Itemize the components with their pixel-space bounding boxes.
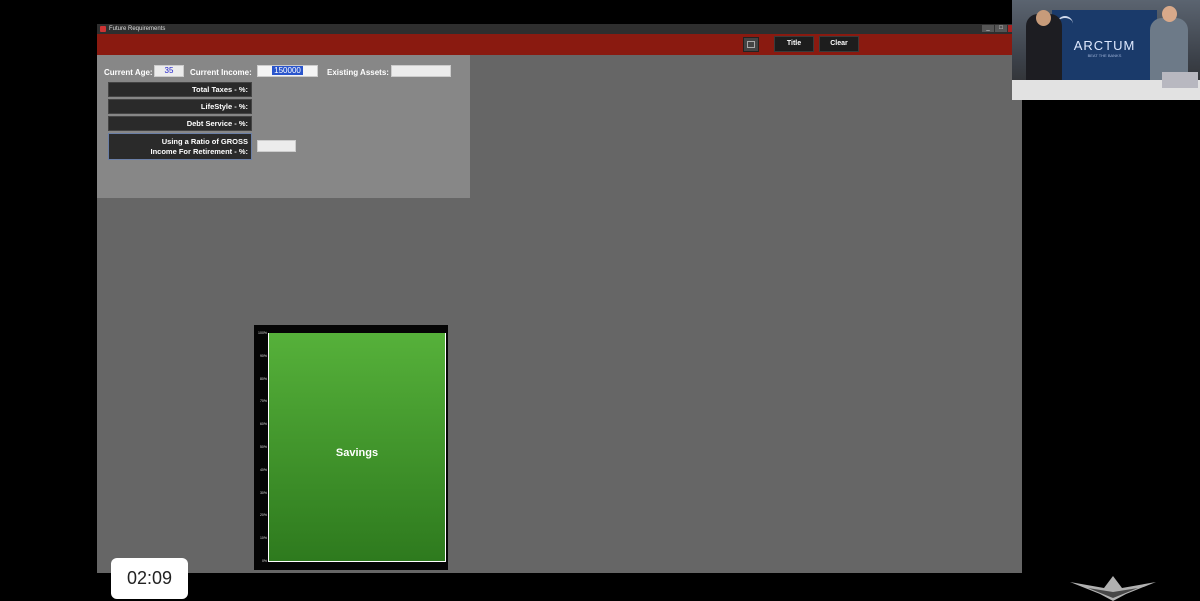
window-titlebar: Future Requirements _ □ x xyxy=(97,24,1022,34)
y-tick-label: 80% xyxy=(259,376,267,381)
y-tick-label: 40% xyxy=(259,467,267,472)
y-tick-label: 20% xyxy=(259,513,267,518)
y-tick-label: 30% xyxy=(259,490,267,495)
lifestyle-button[interactable]: LifeStyle - %: xyxy=(108,99,252,114)
toolbar: Title Clear xyxy=(97,34,1022,55)
total-taxes-button[interactable]: Total Taxes - %: xyxy=(108,82,252,97)
y-tick-label: 70% xyxy=(259,399,267,404)
table-icon-button[interactable] xyxy=(743,37,759,52)
existing-assets-label: Existing Assets: xyxy=(327,68,389,77)
current-age-field[interactable]: 35 xyxy=(154,65,184,77)
y-tick-label: 100% xyxy=(258,331,267,335)
webcam-overlay: ARCTUM BEAT THE BANKS xyxy=(1012,0,1200,100)
presenter-left-head xyxy=(1036,10,1051,26)
title-button[interactable]: Title xyxy=(774,36,814,52)
screen-logo-text: ARCTUM xyxy=(1073,38,1136,53)
current-age-label: Current Age: xyxy=(104,68,153,77)
minimize-button[interactable]: _ xyxy=(982,25,994,32)
app-icon xyxy=(100,26,106,32)
debt-service-button[interactable]: Debt Service - %: xyxy=(108,116,252,131)
current-income-label: Current Income: xyxy=(190,68,252,77)
y-tick-label: 90% xyxy=(259,353,267,358)
app-window: Future Requirements _ □ x Title Clear Cu… xyxy=(97,24,1022,573)
presenter-right-head xyxy=(1162,6,1177,22)
y-tick-label: 10% xyxy=(259,536,267,541)
existing-assets-field[interactable] xyxy=(391,65,451,77)
savings-bar-label: Savings xyxy=(335,447,379,459)
gross-ratio-button[interactable]: Using a Ratio of GROSS Income For Retire… xyxy=(108,133,252,160)
laptop xyxy=(1162,72,1198,88)
y-tick-label: 50% xyxy=(259,445,267,449)
clear-button[interactable]: Clear xyxy=(819,36,859,52)
maximize-button[interactable]: □ xyxy=(995,25,1007,32)
current-income-value: 150000 xyxy=(272,66,303,75)
savings-chart: 0% 10% 20% 30% 40% 50% 60% 70% 80% 90% 100% Saving… xyxy=(254,325,448,570)
y-tick-label: 0% xyxy=(261,559,267,563)
screen-subtext: BEAT THE BANKS xyxy=(1087,53,1122,58)
y-tick-label: 60% xyxy=(259,422,267,427)
video-timer: 02:09 xyxy=(111,558,188,599)
current-income-field[interactable]: 150000 xyxy=(257,65,318,77)
window-title: Future Requirements xyxy=(109,26,166,32)
table-icon xyxy=(747,41,755,48)
gross-ratio-field[interactable] xyxy=(257,140,296,152)
brand-logo-icon xyxy=(1070,576,1156,601)
input-panel: Current Age: 35 Current Income: 150000 E… xyxy=(97,55,470,198)
savings-bar: Savings xyxy=(269,333,445,561)
